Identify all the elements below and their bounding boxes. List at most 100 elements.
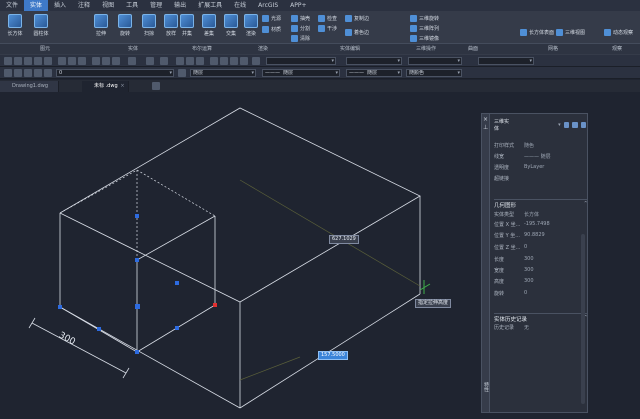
grip-point[interactable] [175,326,179,330]
close-icon[interactable]: × [483,116,488,123]
subtract-tool-button[interactable]: 差集 [198,14,220,37]
plot-style-select[interactable]: 随颜色 ▾ [406,69,462,77]
menu-solid[interactable]: 实体 [24,0,49,11]
design-center-icon[interactable] [220,57,228,65]
copy-icon[interactable] [68,57,76,65]
3d-array-button[interactable]: 三维阵列 [410,25,439,32]
grip-point[interactable] [135,214,139,218]
dim-style-select[interactable]: ▾ [346,57,402,65]
print-icon[interactable] [34,57,42,65]
pin-icon[interactable]: ⊥ [483,124,488,131]
menu-app[interactable]: APP+ [284,0,312,11]
lineweight-select[interactable]: ——— 随层 ▾ [346,69,402,77]
zoom-in-icon[interactable] [186,57,194,65]
menu-ext-tools[interactable]: 扩展工具 [192,0,228,11]
revolve-tool-button[interactable]: 旋转 [114,14,136,37]
shell-button[interactable]: 抽壳 [291,15,310,22]
color-edge-button[interactable]: 着色边 [345,29,369,36]
3d-mirror-button[interactable]: 三维镜像 [410,35,439,42]
interfere-button[interactable]: 干涉 [318,25,337,32]
linetype-select[interactable]: ——— 随层 ▾ [262,69,340,77]
open-file-icon[interactable] [14,57,22,65]
save-icon[interactable] [24,57,32,65]
separate-button[interactable]: 分割 [291,25,310,32]
layer-manager-icon[interactable] [240,57,248,65]
menu-arcgis[interactable]: ArcGIS [252,0,284,11]
object-type-select[interactable]: 三维实体 ▾ [494,119,586,132]
hidden-edge-a [136,169,216,217]
tab-active-drawing[interactable]: 未标 .dwg × [82,81,129,92]
dynamic-input-box[interactable]: 157.5000 [318,351,348,360]
menu-view[interactable]: 视图 [96,0,120,11]
bulb-icon[interactable] [14,69,22,77]
lock-icon[interactable] [34,69,42,77]
dimension-input-1[interactable]: 627.1029 [329,235,359,244]
clean-button[interactable]: 清除 [291,35,310,42]
material-button[interactable]: 材质 [262,26,281,33]
redo-icon[interactable] [160,57,168,65]
menu-manage[interactable]: 管理 [144,0,168,11]
extrude-tool-button[interactable]: 拉伸 [90,14,112,37]
box-surface-button[interactable]: 长方体表面 [520,29,554,36]
block-icon[interactable] [102,57,110,65]
grip-point[interactable] [58,305,62,309]
wblock-icon[interactable] [112,57,120,65]
menu-annotate[interactable]: 注释 [72,0,96,11]
grip-point[interactable] [97,327,101,331]
panel-scrollbar[interactable] [581,234,585,404]
preview-icon[interactable] [44,57,52,65]
new-tab-icon[interactable] [152,82,160,90]
table-style-select[interactable]: ▾ [408,57,462,65]
tool-palette-icon[interactable] [230,57,238,65]
layer-select[interactable]: 0 ▾ [56,69,174,77]
union-tool-button[interactable]: 并集 [176,14,198,37]
grip-point[interactable] [135,258,139,262]
3d-rotate-button[interactable]: 三维旋转 [410,15,439,22]
close-icon[interactable]: × [120,81,124,92]
quick-select-icon[interactable] [580,121,586,128]
undo-icon[interactable] [146,57,154,65]
menu-output[interactable]: 输出 [168,0,192,11]
orbit-button[interactable]: 动态观察 [604,29,633,36]
section-geometry[interactable]: 几何图形 ⌃ [494,199,588,209]
check-button[interactable]: 检查 [318,15,337,22]
box-tool-button[interactable]: 长方体 [4,14,26,37]
new-file-icon[interactable] [4,57,12,65]
toggle-pickadd-icon[interactable] [563,121,570,128]
sun-icon[interactable] [24,69,32,77]
grip-point-active[interactable] [213,303,217,307]
menu-online[interactable]: 在线 [228,0,252,11]
properties-icon[interactable] [210,57,218,65]
section-history[interactable]: 实体历史记录 ⌃ [494,313,588,323]
intersect-tool-button[interactable]: 交集 [220,14,242,37]
sweep-tool-button[interactable]: 扫掠 [138,14,160,37]
cylinder-tool-button[interactable]: 圆柱体 [30,14,52,37]
grip-point[interactable] [135,350,139,354]
paste-icon[interactable] [78,57,86,65]
dimension-tick [28,317,36,329]
text-style-select[interactable]: ▾ [266,57,336,65]
menu-tools[interactable]: 工具 [120,0,144,11]
light-button[interactable]: 光源 [262,15,281,22]
multileader-style-select[interactable]: ▾ [478,57,534,65]
zoom-window-icon[interactable] [176,57,184,65]
copy-edge-button[interactable]: 复制边 [345,15,369,22]
render-tool-button[interactable]: 渲染 [240,14,262,37]
zoom-out-icon[interactable] [196,57,204,65]
match-prop-icon[interactable] [92,57,100,65]
color-swatch-icon[interactable] [44,69,52,77]
3d-view-button[interactable]: 三维视图 [556,29,585,36]
grip-point[interactable] [135,304,140,309]
menu-insert[interactable]: 插入 [48,0,72,11]
menu-file[interactable]: 文件 [0,0,24,11]
color-select[interactable]: 随层 ▾ [190,69,256,77]
cut-icon[interactable] [58,57,66,65]
grip-point[interactable] [175,281,179,285]
make-current-icon[interactable] [178,69,186,77]
layer-state-icon[interactable] [4,69,12,77]
select-objects-icon[interactable] [572,121,578,128]
tab-drawing1[interactable]: Drawing1.dwg [0,81,59,92]
calculator-icon[interactable] [252,57,260,65]
3d-mirror-icon [410,35,417,42]
pan-icon[interactable] [128,57,136,65]
